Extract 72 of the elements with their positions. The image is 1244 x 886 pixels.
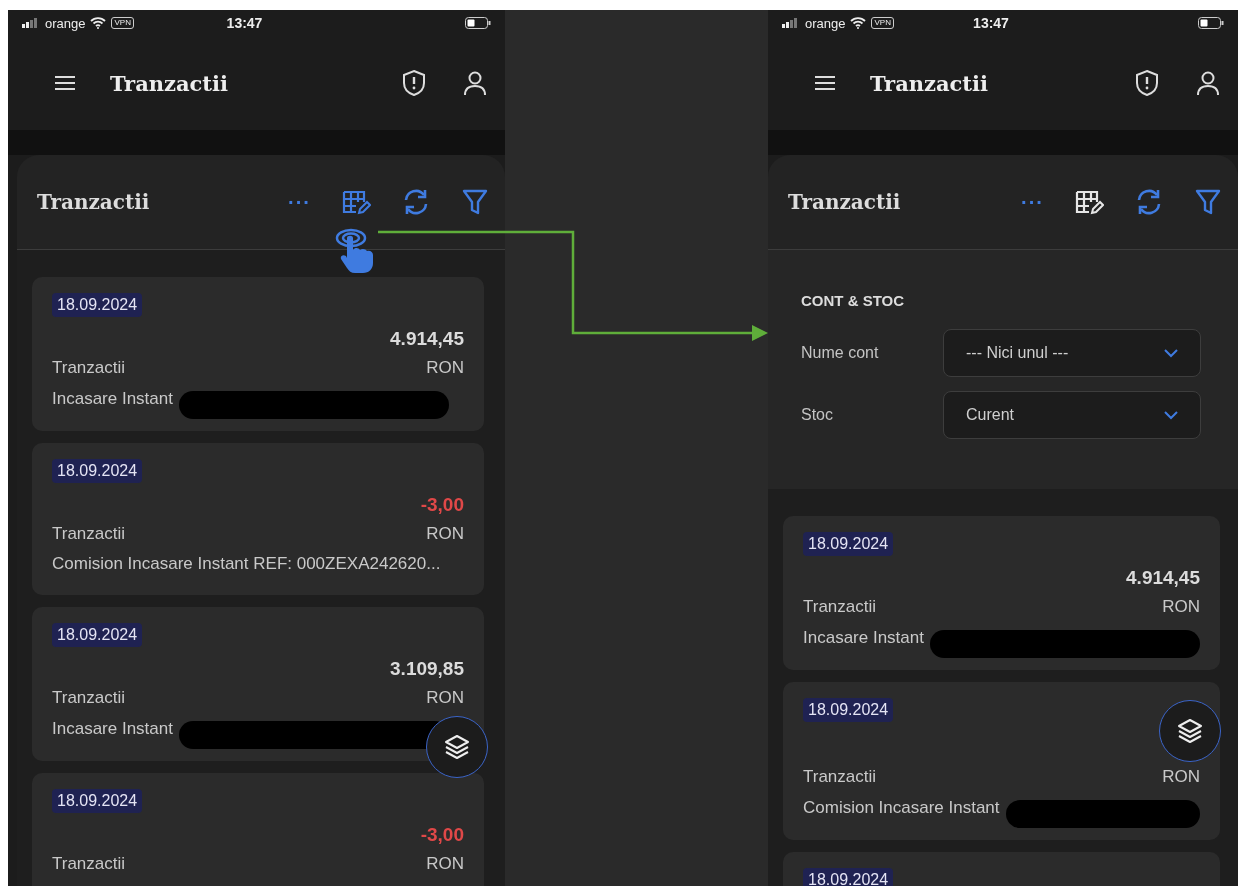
- transaction-description: Comision Incasare Instant: [803, 797, 1000, 819]
- user-icon[interactable]: [1196, 70, 1220, 96]
- category-label: Tranzactii: [803, 766, 877, 788]
- signal-icon: [782, 18, 800, 28]
- wifi-icon: [90, 17, 107, 29]
- section-title: Tranzactii: [788, 190, 902, 214]
- currency-label: RON: [426, 357, 464, 379]
- category-label: Tranzactii: [803, 596, 877, 618]
- category-label: Tranzactii: [52, 853, 126, 875]
- amount: -3,00: [420, 493, 464, 517]
- wifi-icon: [850, 17, 867, 29]
- battery-icon: [1198, 17, 1224, 29]
- transaction-description: Incasare Instant: [52, 388, 173, 410]
- amount: 4.914,45: [390, 327, 464, 351]
- filter-icon[interactable]: [1194, 188, 1222, 216]
- amount: 4.914,45: [1126, 566, 1200, 590]
- category-label: Tranzactii: [52, 523, 126, 545]
- status-time: 13:47: [973, 15, 1009, 31]
- transaction-card[interactable]: 18.09.2024 Tranzactii RON Comision Incasare Instant: [783, 682, 1220, 840]
- transaction-description: Incasare Instant: [803, 627, 924, 649]
- currency-label: RON: [426, 523, 464, 545]
- transaction-card[interactable]: 18.09.2024 -3,00 Tranzactii RON Comision Incasare Instant REF: 000ZEXA242620...: [32, 443, 484, 595]
- more-button[interactable]: ···: [288, 190, 311, 214]
- field-label: Nume cont: [801, 344, 880, 362]
- category-label: Tranzactii: [52, 357, 126, 379]
- table-edit-icon[interactable]: [1074, 188, 1104, 216]
- signal-icon: [22, 18, 40, 28]
- app-title: Tranzactii: [870, 70, 989, 96]
- vpn-badge: VPN: [111, 17, 134, 29]
- section-title: Tranzactii: [37, 190, 151, 214]
- date-tag: 18.09.2024: [803, 532, 894, 556]
- date-tag: 18.09.2024: [803, 698, 894, 722]
- filter-heading: CONT & STOC: [801, 292, 906, 309]
- date-tag: 18.09.2024: [803, 868, 894, 886]
- user-icon[interactable]: [463, 70, 487, 96]
- layers-icon: [444, 734, 470, 760]
- currency-label: RON: [1162, 596, 1200, 618]
- transaction-card[interactable]: 18.09.2024: [783, 852, 1220, 886]
- menu-icon[interactable]: [54, 75, 76, 91]
- currency-label: RON: [1162, 766, 1200, 788]
- chevron-down-icon: [1164, 410, 1178, 420]
- status-time: 13:47: [226, 15, 263, 31]
- filter-icon[interactable]: [461, 188, 489, 216]
- shield-alert-icon[interactable]: [1134, 69, 1160, 97]
- currency-label: RON: [426, 687, 464, 709]
- transaction-card[interactable]: 18.09.2024 -3,00 Tranzactii RON: [32, 773, 484, 886]
- vpn-badge: VPN: [871, 17, 894, 29]
- chevron-down-icon: [1164, 348, 1178, 358]
- dropdown-field[interactable]: --- Nici unul ---: [943, 329, 1201, 377]
- more-button[interactable]: ···: [1021, 190, 1044, 214]
- category-label: Tranzactii: [52, 687, 126, 709]
- transaction-card[interactable]: 18.09.2024 4.914,45 Tranzactii RON Incasare Instant: [32, 277, 484, 431]
- transaction-description: Comision Incasare Instant REF: 000ZEXA242620...: [52, 553, 441, 575]
- transaction-description: Incasare Instant: [52, 718, 173, 740]
- carrier-name: orange: [45, 15, 86, 31]
- date-tag: 18.09.2024: [52, 293, 143, 317]
- layers-icon: [1177, 718, 1203, 744]
- field-label: Stoc: [801, 406, 834, 424]
- app-title: Tranzactii: [110, 70, 229, 96]
- transaction-card[interactable]: 18.09.2024 4.914,45 Tranzactii RON Incasare Instant: [783, 516, 1220, 670]
- currency-label: RON: [426, 853, 464, 875]
- shield-alert-icon[interactable]: [401, 69, 427, 97]
- menu-icon[interactable]: [814, 75, 836, 91]
- amount: 3.109,85: [390, 657, 464, 681]
- date-tag: 18.09.2024: [52, 789, 143, 813]
- carrier-name: orange: [805, 15, 846, 31]
- battery-icon: [465, 17, 491, 29]
- date-tag: 18.09.2024: [52, 459, 143, 483]
- amount: -3,00: [420, 823, 464, 847]
- dropdown-field[interactable]: Curent: [943, 391, 1201, 439]
- date-tag: 18.09.2024: [52, 623, 143, 647]
- transaction-card[interactable]: 18.09.2024 3.109,85 Tranzactii RON Incasare Instant: [32, 607, 484, 761]
